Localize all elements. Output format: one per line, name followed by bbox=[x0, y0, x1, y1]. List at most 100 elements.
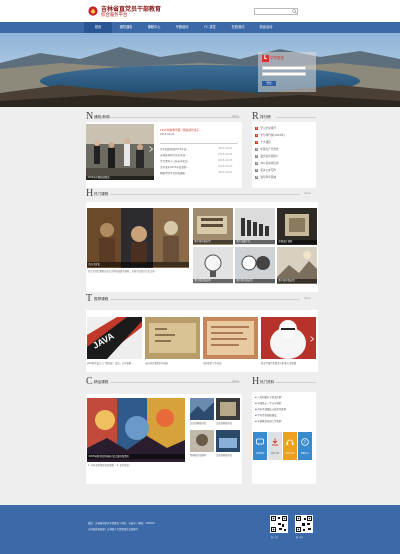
hot-course-tile-caption: 数字图书馆应用 bbox=[277, 279, 317, 283]
hot-courses-title: 热门课程 bbox=[94, 192, 109, 196]
featured-small-image[interactable] bbox=[216, 398, 240, 420]
featured-small-caption[interactable]: 走进经典图书馆 bbox=[190, 421, 214, 425]
tile-help[interactable] bbox=[298, 432, 312, 460]
nav-activities[interactable]: 精品活动 bbox=[252, 22, 280, 33]
tile-consult[interactable] bbox=[253, 432, 267, 460]
hot-course-tile-caption: 数字图书馆应用 bbox=[193, 279, 233, 283]
news-item[interactable]: 关于发布2015年度课程... bbox=[160, 165, 212, 169]
ranking-item[interactable]: 7 机关公文写作 bbox=[255, 168, 276, 173]
hot-course-main-image[interactable] bbox=[87, 208, 189, 268]
materials-letter: H bbox=[252, 376, 260, 387]
headset-icon bbox=[286, 439, 294, 445]
news-item-date: 2015-09-01 bbox=[218, 165, 233, 168]
search-input[interactable] bbox=[255, 9, 297, 14]
chat-icon bbox=[256, 438, 264, 446]
ranking-item-label: 中国共产党党史 bbox=[260, 148, 279, 151]
nav-test[interactable]: 在线测试 bbox=[224, 22, 252, 33]
ranking-item-label: 机关公文写作 bbox=[260, 169, 276, 172]
recommended-course-caption[interactable]: 新文学现代化推进与新观点 更新版 bbox=[261, 361, 316, 365]
material-item[interactable]: ▪ 党员干部廉洁从政若干准则 bbox=[255, 407, 286, 411]
download-icon bbox=[272, 438, 278, 446]
material-item-label: 干部教育培训工作条例 bbox=[257, 420, 282, 423]
news-letter: N bbox=[86, 111, 94, 122]
featured-small-caption[interactable]: 经典图书馆推荐 bbox=[190, 453, 214, 457]
recommended-course-image[interactable] bbox=[203, 317, 258, 359]
material-item[interactable]: ▪ 入党积极分子培训大纲 bbox=[255, 395, 281, 399]
featured-description: 1. 中外美术精彩赏析课程... 2. 名作欣赏... bbox=[88, 464, 132, 467]
nav-training[interactable]: 专题培训 bbox=[168, 22, 196, 33]
divider bbox=[110, 299, 300, 300]
ranking-item[interactable]: 6 办公自动化应用 bbox=[255, 161, 279, 166]
news-title: 通知/新闻 bbox=[94, 115, 110, 119]
tile-download-label: 资料下载 bbox=[270, 453, 279, 455]
hot-course-main-caption: 西方文化史 bbox=[87, 262, 189, 267]
news-headline[interactable]: 2015年秋季学期（党政领导班子... bbox=[160, 128, 238, 132]
nav-notices[interactable]: 通知通告 bbox=[112, 22, 140, 33]
logo-subtitle: 综合服务平台 bbox=[101, 13, 128, 18]
featured-letter: C bbox=[86, 376, 93, 387]
material-item[interactable]: ▪ 中国第十一个五年规划 bbox=[255, 401, 281, 405]
footer-copyright: 版权：吉林省直机关干部教育 | 地址：长春市 | 邮编：130000 bbox=[88, 522, 155, 525]
news-image bbox=[86, 124, 154, 180]
featured-main-caption: 2015年图书馆活动研讨会之图书馆资讯 bbox=[87, 454, 185, 459]
featured-small-caption[interactable]: 走进经典图书馆 bbox=[216, 453, 240, 457]
featured-small-image[interactable] bbox=[190, 430, 214, 452]
material-item-label: 学习型党组织建设 bbox=[257, 414, 277, 417]
ranking-item[interactable]: 5 政务信息化简介 bbox=[255, 154, 279, 159]
recommended-course-caption[interactable]: JAVA程序设计入门到高级：语法，让你掌握... bbox=[87, 361, 142, 365]
featured-title: 精品课程 bbox=[94, 380, 109, 384]
ranking-item[interactable]: 1 学习之星排行 bbox=[255, 126, 276, 131]
footer-organizers: 吉林省委组织部 | 吉林省人力资源和社会保障厅 bbox=[88, 528, 139, 531]
featured-small-image[interactable] bbox=[190, 398, 214, 420]
recommended-course-image[interactable]: JAVA bbox=[87, 317, 142, 359]
svg-text:?: ? bbox=[304, 440, 307, 445]
material-item[interactable]: ▪ 干部教育培训工作条例 bbox=[255, 419, 281, 423]
nav-courses[interactable]: 课程中心 bbox=[140, 22, 168, 33]
featured-more-link[interactable]: more bbox=[232, 380, 239, 383]
news-item-date: 2015-09-01 bbox=[218, 147, 233, 150]
news-item[interactable]: 网络学院平台升级通知... bbox=[160, 171, 212, 175]
news-item[interactable]: 吉林省直机关党员干部... bbox=[160, 153, 212, 157]
tile-consult-label: 在线咨询 bbox=[255, 453, 264, 455]
divider bbox=[160, 143, 238, 144]
ranking-item[interactable]: 8 领导科学基础 bbox=[255, 175, 276, 180]
materials-title: 热门资料 bbox=[260, 380, 275, 384]
recommended-course-caption[interactable]: 宋史研究课程系列讲座 bbox=[145, 361, 200, 365]
material-item-label: 中国第十一个五年规划 bbox=[257, 402, 282, 405]
nav-lecture[interactable]: FC 讲堂 bbox=[196, 22, 224, 33]
ranking-item-label: 学习之星排行 bbox=[260, 127, 276, 130]
ranking-item[interactable]: 4 中国共产党党史 bbox=[255, 147, 279, 152]
ranking-item-label: 十大课程 bbox=[260, 141, 271, 144]
login-button[interactable]: 登录 bbox=[262, 81, 276, 86]
ranking-item[interactable]: 2 学分排行榜(2015年) bbox=[255, 133, 285, 138]
tile-tools-label: 学习工具 bbox=[285, 453, 294, 455]
password-input[interactable] bbox=[262, 72, 306, 76]
nav-home[interactable]: 首页 bbox=[84, 22, 112, 33]
recommended-course-image[interactable] bbox=[261, 317, 316, 359]
material-item[interactable]: ▪ 学习型党组织建设 bbox=[255, 413, 277, 417]
tile-tools[interactable] bbox=[283, 432, 297, 460]
recommended-title: 推荐课程 bbox=[94, 297, 109, 301]
carousel-next-icon[interactable] bbox=[310, 336, 314, 342]
ranking-item[interactable]: 3 十大课程 bbox=[255, 140, 271, 145]
news-item-date: 2015-09-01 bbox=[218, 171, 233, 174]
featured-small-image[interactable] bbox=[216, 430, 240, 452]
hot-course-tile-caption: 数字出版产业 bbox=[235, 240, 275, 244]
recommended-more-link[interactable]: more bbox=[304, 297, 311, 300]
recommended-course-caption[interactable]: 全国优秀工作总结 bbox=[203, 361, 258, 365]
banner-image bbox=[0, 33, 400, 107]
news-item-date: 2015-09-01 bbox=[218, 159, 233, 162]
featured-course-image[interactable] bbox=[87, 398, 185, 462]
news-item[interactable]: 学习贯彻十八届五中全会... bbox=[160, 159, 212, 163]
recommended-course-image[interactable] bbox=[145, 317, 200, 359]
news-more-link[interactable]: more bbox=[232, 115, 239, 118]
username-input[interactable] bbox=[262, 66, 306, 70]
news-item[interactable]: 关于组织开展2015年度... bbox=[160, 147, 212, 151]
tile-download[interactable] bbox=[268, 432, 282, 460]
hot-courses-more-link[interactable]: more bbox=[304, 192, 311, 195]
search-icon[interactable] bbox=[292, 9, 297, 14]
slider-next-icon[interactable] bbox=[149, 146, 153, 152]
ranking-item-label: 办公自动化应用 bbox=[260, 162, 279, 165]
featured-small-caption[interactable]: 走进经典图书馆 bbox=[216, 421, 240, 425]
main-nav: 首页 通知通告 课程中心 专题培训 FC 讲堂 在线测试 精品活动 bbox=[0, 22, 400, 33]
